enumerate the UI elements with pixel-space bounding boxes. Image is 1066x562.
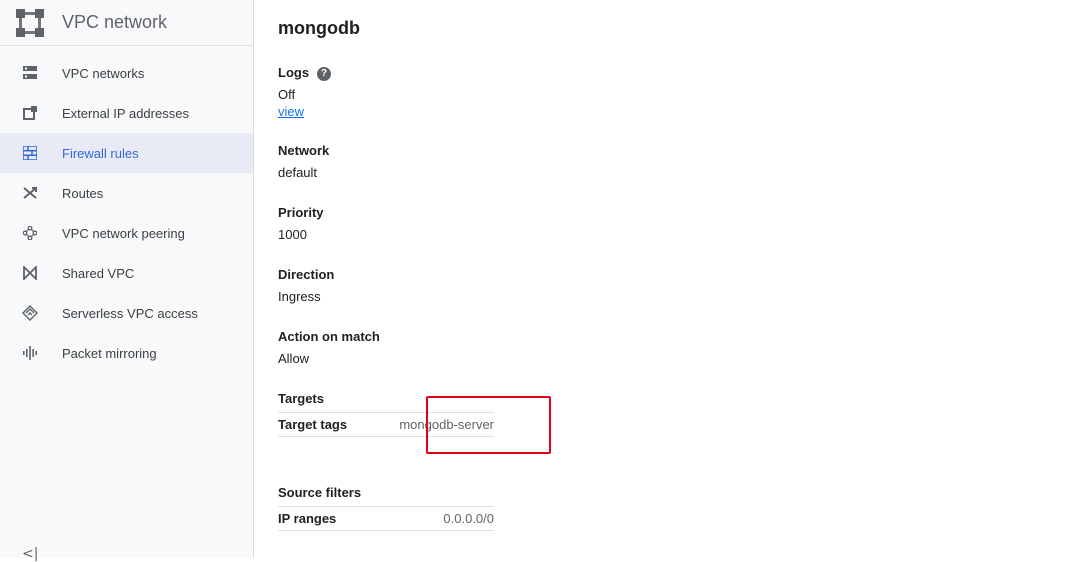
priority-label: Priority [278, 205, 324, 220]
logs-value: Off [278, 87, 296, 102]
firewall-icon [21, 144, 39, 162]
packet-mirroring-icon [21, 344, 39, 362]
sidebar-item-label: VPC networks [62, 65, 145, 81]
direction-label: Direction [278, 267, 335, 282]
sidebar-header: VPC network [0, 0, 253, 46]
sidebar-item-label: Shared VPC [62, 265, 135, 281]
sidebar-item-serverless-vpc-access[interactable]: Serverless VPC access [0, 293, 253, 333]
sidebar-item-shared-vpc[interactable]: Shared VPC [0, 253, 253, 293]
action-label: Action on match [278, 329, 380, 344]
network-value: default [278, 165, 318, 180]
shared-vpc-icon [21, 264, 39, 282]
serverless-icon [21, 304, 39, 322]
sidebar-item-external-ip[interactable]: External IP addresses [0, 93, 253, 133]
sidebar-item-routes[interactable]: Routes [0, 173, 253, 213]
logs-label: Logs? [278, 65, 332, 81]
peering-icon [21, 224, 39, 242]
source-filters-label: Source filters [278, 485, 362, 500]
sidebar-item-firewall-rules[interactable]: Firewall rules [0, 133, 253, 173]
help-icon[interactable]: ? [317, 67, 332, 81]
targets-label: Targets [278, 391, 324, 406]
sidebar-item-label: Routes [62, 185, 104, 201]
ip-ranges-key: IP ranges [278, 511, 337, 526]
action-value: Allow [278, 351, 310, 366]
network-label: Network [278, 143, 330, 158]
sidebar-item-label: Serverless VPC access [62, 305, 198, 321]
priority-value: 1000 [278, 227, 307, 242]
routes-icon [21, 184, 39, 202]
logs-view-link[interactable]: view [278, 104, 304, 119]
sidebar-item-vpc-network-peering[interactable]: VPC network peering [0, 213, 253, 253]
sidebar-item-label: Packet mirroring [62, 345, 157, 361]
sidebar-item-label: VPC network peering [62, 225, 185, 241]
target-tags-key: Target tags [278, 417, 348, 432]
sidebar-item-packet-mirroring[interactable]: Packet mirroring [0, 333, 253, 373]
collapse-sidebar-icon[interactable]: <| [22, 546, 38, 562]
sidebar: VPC network VPC networks External IP add… [0, 0, 254, 562]
main-content: mongodb Logs? Off view Network default P… [278, 0, 1038, 558]
logs-label-text: Logs [278, 65, 310, 80]
page-title: mongodb [278, 18, 360, 38]
highlight-annotation [426, 396, 551, 454]
vpc-networks-icon [21, 64, 39, 82]
external-ip-icon [21, 104, 39, 122]
sidebar-item-vpc-networks[interactable]: VPC networks [0, 53, 253, 93]
vpc-network-product-icon [16, 8, 44, 37]
sidebar-nav: VPC networks External IP addresses Firew… [0, 53, 253, 373]
ip-ranges-row: IP ranges 0.0.0.0/0 [278, 506, 494, 531]
sidebar-item-label: Firewall rules [62, 145, 139, 161]
ip-ranges-value: 0.0.0.0/0 [443, 511, 494, 526]
product-title: VPC network [62, 12, 168, 32]
sidebar-item-label: External IP addresses [62, 105, 189, 121]
direction-value: Ingress [278, 289, 321, 304]
